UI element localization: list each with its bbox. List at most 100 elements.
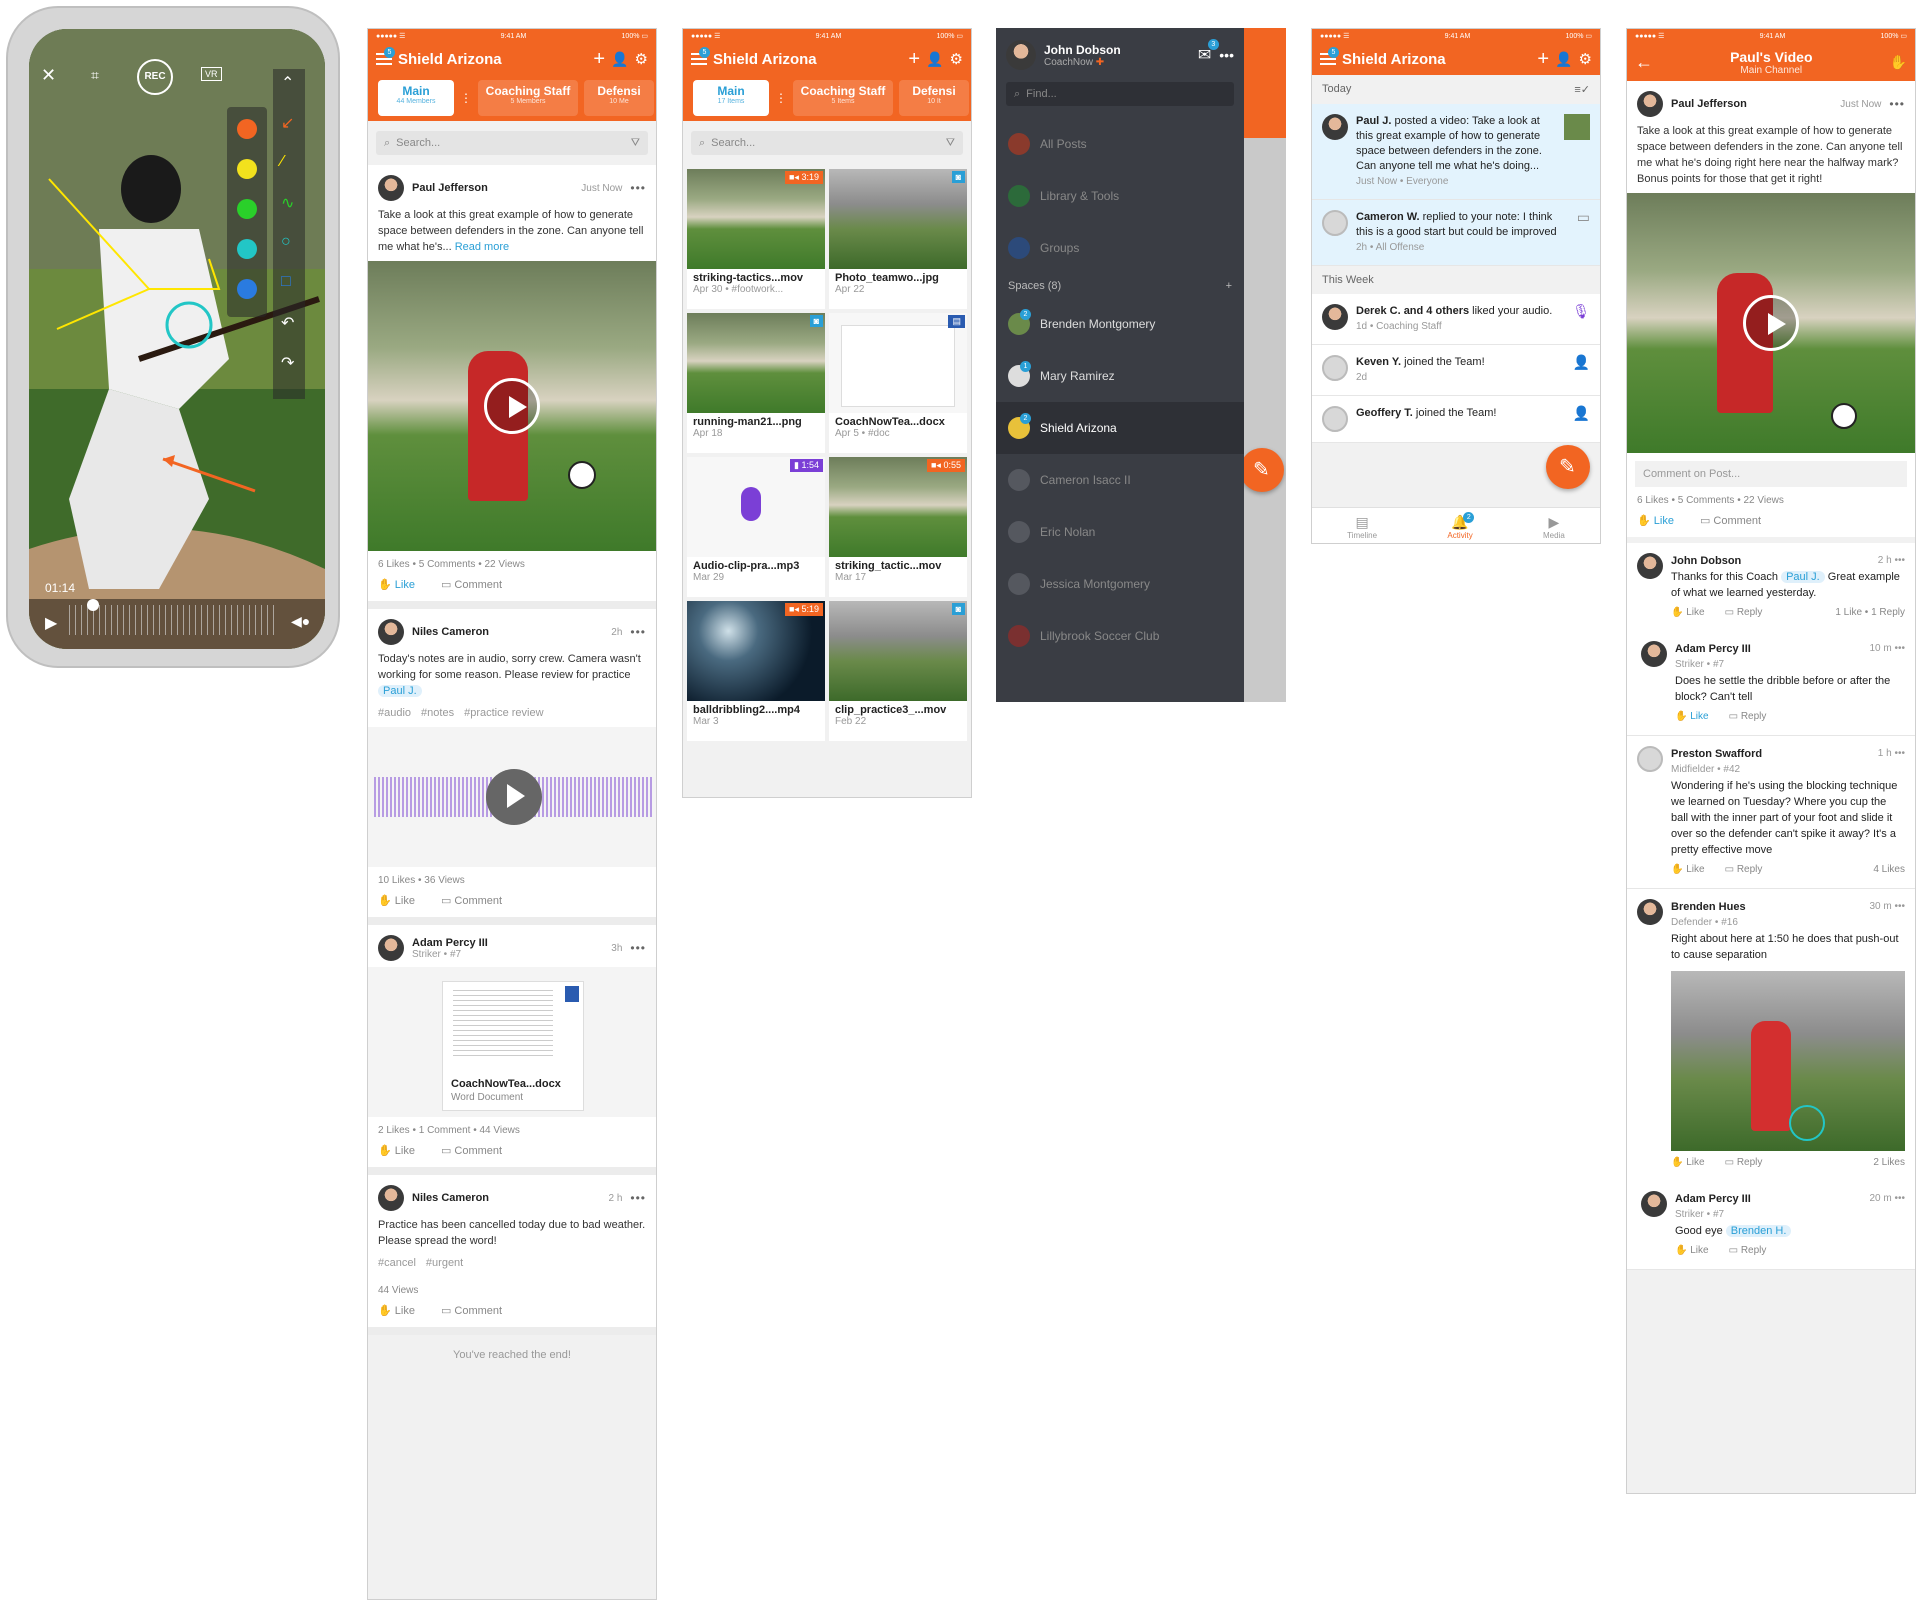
find-input[interactable]: ⌕ Find... [1006, 82, 1234, 106]
gear-icon[interactable]: ⚙ [950, 50, 963, 68]
undo-icon[interactable]: ↶ [281, 313, 294, 333]
author-name[interactable]: Niles Cameron [412, 626, 489, 638]
author-name[interactable]: Niles Cameron [412, 1192, 489, 1204]
comment-button[interactable]: ▭ Comment [441, 1144, 502, 1157]
color-green-swatch[interactable] [237, 199, 257, 219]
more-icon[interactable]: ••• [1219, 47, 1234, 63]
back-arrow-icon[interactable]: ← [1635, 52, 1653, 73]
like-button[interactable]: ✋ Like [378, 894, 415, 907]
redo-icon[interactable]: ↷ [281, 353, 294, 373]
activity-item[interactable]: Derek C. and 4 others liked your audio. 1… [1312, 294, 1600, 345]
like-button[interactable]: ✋ Like [378, 1304, 415, 1317]
author-name[interactable]: Adam Percy III [412, 937, 488, 949]
user-icon[interactable]: 👤 [611, 51, 628, 68]
avatar[interactable] [1006, 40, 1036, 70]
author-name[interactable]: Paul Jefferson [412, 182, 488, 194]
commenter-name[interactable]: Preston Swafford [1671, 746, 1762, 762]
freehand-tool-icon[interactable]: ∿ [281, 193, 294, 213]
compose-button[interactable] [1546, 445, 1590, 489]
comment-button[interactable]: ▭ Comment [441, 894, 502, 907]
color-orange-swatch[interactable] [237, 119, 257, 139]
menu-all-posts[interactable]: All Posts [996, 118, 1244, 170]
filter-icon[interactable]: ⛛ [946, 137, 955, 150]
play-icon[interactable] [1743, 295, 1799, 351]
avatar[interactable] [1637, 746, 1663, 772]
reply-button[interactable]: ▭ Reply [1725, 605, 1763, 621]
avatar[interactable] [378, 175, 404, 201]
tag[interactable]: #notes [421, 707, 454, 719]
line-tool-icon[interactable]: ⁄ [281, 153, 284, 171]
add-icon[interactable]: + [593, 48, 605, 71]
media-item[interactable]: ▮ 1:54 Audio-clip-pra...mp3 Mar 29 [687, 457, 825, 597]
add-icon[interactable]: + [1537, 48, 1549, 71]
comment-image[interactable] [1671, 971, 1905, 1151]
tag[interactable]: #urgent [426, 1257, 463, 1269]
activity-item[interactable]: Keven Y. joined the Team! 2d 👤 [1312, 345, 1600, 396]
activity-item[interactable]: Cameron W. replied to your note: I think… [1312, 200, 1600, 266]
reply-button[interactable]: ▭ Reply [1725, 1155, 1763, 1171]
more-icon[interactable]: ••• [1894, 748, 1905, 759]
circle-tool-icon[interactable]: ○ [281, 233, 291, 251]
read-more-link[interactable]: Read more [455, 241, 509, 253]
avatar[interactable] [378, 1185, 404, 1211]
more-icon[interactable]: ••• [630, 1191, 646, 1205]
like-button[interactable]: ✋ Like [1637, 514, 1674, 527]
avatar[interactable] [1641, 1191, 1667, 1217]
gear-icon[interactable]: ⚙ [1579, 50, 1592, 68]
avatar[interactable] [378, 619, 404, 645]
like-button[interactable]: ✋ Like [1675, 1243, 1709, 1259]
commenter-name[interactable]: Adam Percy III [1675, 1191, 1751, 1207]
record-button[interactable]: REC [137, 59, 173, 95]
reply-button[interactable]: ▭ Reply [1725, 862, 1763, 878]
like-button[interactable]: ✋ Like [1671, 862, 1705, 878]
like-button[interactable]: ✋ Like [378, 1144, 415, 1157]
like-button[interactable]: ✋ Like [1671, 605, 1705, 621]
tab-main[interactable]: Main 17 Items [693, 80, 769, 116]
audio-player[interactable] [368, 727, 656, 867]
comment-button[interactable]: ▭ Comment [441, 1304, 502, 1317]
vr-button[interactable]: VR [201, 67, 222, 81]
frame-strip[interactable] [69, 605, 279, 635]
media-item[interactable]: ■◂ 5:19 balldribbling2....mp4 Mar 3 [687, 601, 825, 741]
menu-icon[interactable]: 5 [376, 47, 395, 65]
avatar[interactable] [1641, 641, 1667, 667]
add-space-icon[interactable]: + [1226, 280, 1232, 292]
like-button[interactable]: ✋ Like [378, 578, 415, 591]
tag[interactable]: #audio [378, 707, 411, 719]
search-input[interactable]: ⌕ Search... ⛛ [691, 131, 963, 155]
scrubber-bar[interactable]: ▶ ◀● [29, 599, 325, 649]
search-input[interactable]: ⌕ Search... ⛛ [376, 131, 648, 155]
reply-button[interactable]: ▭ Reply [1729, 1243, 1767, 1259]
compose-button[interactable] [1240, 448, 1284, 492]
gear-icon[interactable]: ⚙ [635, 50, 648, 68]
media-item[interactable]: ■◂ 3:19 striking-tactics...mov Apr 30 • #f… [687, 169, 825, 309]
color-cyan-swatch[interactable] [237, 239, 257, 259]
space-item[interactable]: Eric Nolan [996, 506, 1244, 558]
user-icon[interactable]: 👤 [926, 51, 943, 68]
menu-icon[interactable]: 5 [1320, 47, 1339, 65]
nav-activity[interactable]: 🔔 2 Activity [1447, 512, 1475, 540]
reply-button[interactable]: ▭ Reply [1729, 709, 1767, 725]
tag[interactable]: #cancel [378, 1257, 416, 1269]
mark-read-icon[interactable]: ≡✓ [1574, 83, 1590, 96]
space-item[interactable]: 2 Brenden Montgomery [996, 298, 1244, 350]
comment-input[interactable]: Comment on Post... [1635, 461, 1907, 487]
nav-media[interactable]: ▶ Media [1543, 514, 1565, 540]
avatar[interactable] [1637, 553, 1663, 579]
avatar[interactable] [1637, 91, 1663, 117]
mention-chip[interactable]: Brenden H. [1725, 1225, 1792, 1237]
like-button[interactable]: ✋ Like [1675, 709, 1709, 725]
color-blue-swatch[interactable] [237, 279, 257, 299]
more-icon[interactable]: ••• [630, 181, 646, 195]
add-icon[interactable]: + [908, 48, 920, 71]
more-vertical-icon[interactable]: ⋮ [775, 91, 787, 105]
space-item-selected[interactable]: 2 Shield Arizona [996, 402, 1244, 454]
more-icon[interactable]: ••• [630, 941, 646, 955]
more-icon[interactable]: ••• [1894, 643, 1905, 654]
commenter-name[interactable]: Adam Percy III [1675, 641, 1751, 657]
comment-button[interactable]: ▭ Comment [441, 578, 502, 591]
user-icon[interactable]: 👤 [1555, 51, 1572, 68]
play-icon[interactable]: ▶ [45, 613, 57, 633]
media-item[interactable]: ◙ clip_practice3_...mov Feb 22 [829, 601, 967, 741]
color-yellow-swatch[interactable] [237, 159, 257, 179]
